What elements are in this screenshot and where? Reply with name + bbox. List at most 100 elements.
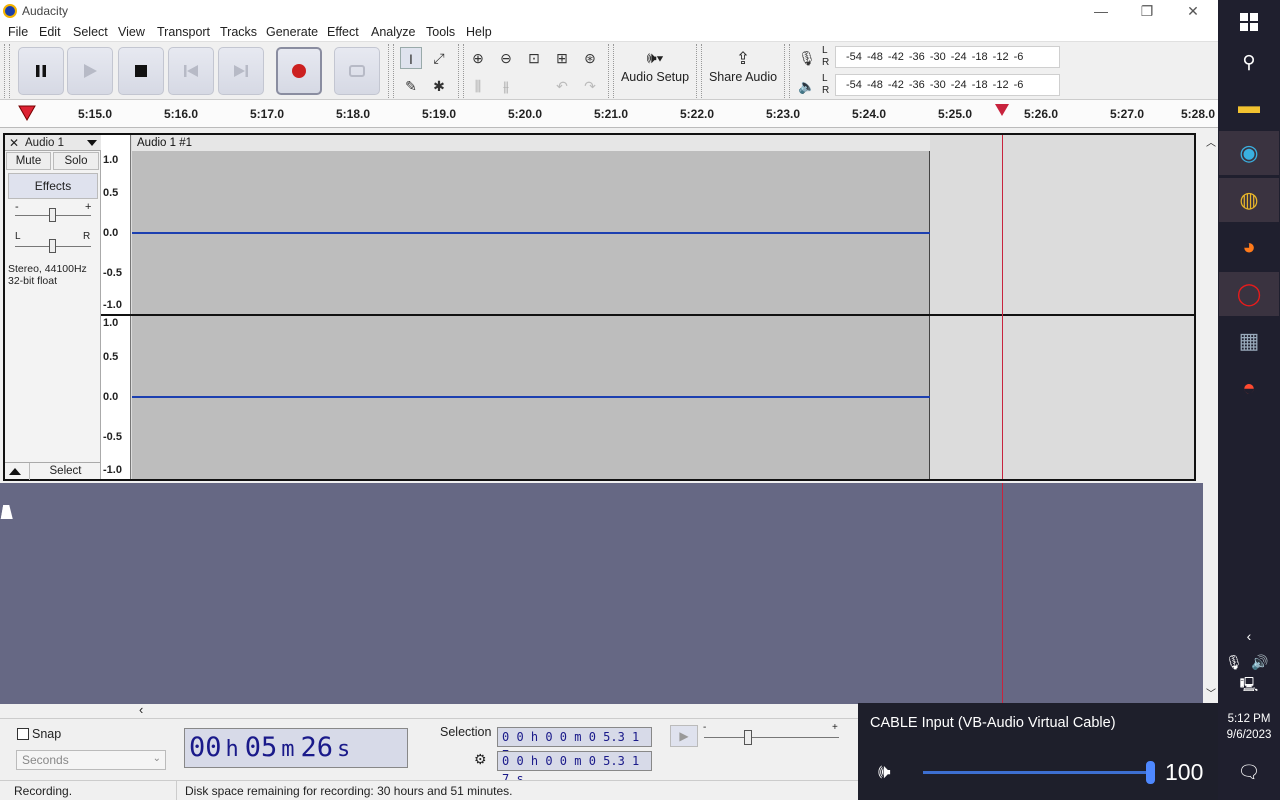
menu-generate[interactable]: Generate xyxy=(266,25,318,39)
audio-setup-button[interactable]: 🕪▾ Audio Setup xyxy=(618,48,692,96)
toolbar-grip[interactable] xyxy=(388,44,394,98)
envelope-tool-icon[interactable]: ⤢ xyxy=(428,47,450,69)
record-cursor-line xyxy=(1002,135,1003,479)
network-icon[interactable]: 🖳 xyxy=(1219,666,1279,706)
speed-slider[interactable] xyxy=(744,730,752,745)
snap-unit-select[interactable]: Seconds ⌄ xyxy=(16,750,166,770)
toolbar-grip[interactable] xyxy=(458,44,464,98)
play-button[interactable] xyxy=(67,47,113,95)
scale-label: 0.0 xyxy=(103,227,119,239)
clip-title[interactable]: Audio 1 #1 xyxy=(132,135,930,151)
empty-track-area[interactable] xyxy=(0,483,1203,704)
track-menu-dropdown-icon[interactable] xyxy=(87,140,97,147)
volume-flyout: CABLE Input (VB-Audio Virtual Cable) 🕪 1… xyxy=(858,703,1218,800)
skip-to-start-button[interactable] xyxy=(168,47,214,95)
audio-track: ✕ Audio 1 Mute Solo Effects - + L R Ster… xyxy=(3,133,1196,481)
microphone-icon[interactable]: 🎙 xyxy=(796,47,818,69)
minimize-button[interactable]: — xyxy=(1078,0,1124,22)
search-icon[interactable]: ⚲ xyxy=(1219,40,1279,84)
edge-icon[interactable]: ◉ xyxy=(1219,131,1279,175)
playback-meter[interactable]: -54 -48 -42 -36 -30 -24 -18 -12 -6 xyxy=(835,74,1060,96)
scroll-left-icon[interactable]: ‹ xyxy=(139,702,143,717)
volume-slider-thumb[interactable] xyxy=(1146,761,1155,784)
audio-clip[interactable]: Audio 1 #1 xyxy=(132,135,930,479)
notifications-icon[interactable]: 🗨 xyxy=(1219,752,1279,792)
loop-button[interactable] xyxy=(334,47,380,95)
audio-position-time[interactable]: 00 h 05 m 26 s xyxy=(184,728,408,768)
effects-button[interactable]: Effects xyxy=(8,173,98,199)
silence-icon[interactable]: ⫵ xyxy=(495,75,517,97)
close-button[interactable]: ✕ xyxy=(1170,0,1216,22)
fit-project-icon[interactable]: ⊞ xyxy=(551,47,573,69)
menu-help[interactable]: Help xyxy=(466,25,492,39)
gear-icon[interactable]: ⚙ xyxy=(474,751,487,768)
toolbar-grip[interactable] xyxy=(784,44,790,98)
zoom-toggle-icon[interactable]: ⊛ xyxy=(579,47,601,69)
record-button[interactable] xyxy=(276,47,322,95)
draw-tool-icon[interactable]: ✎ xyxy=(400,75,422,97)
playback-speaker-icon[interactable]: 🔈 xyxy=(796,75,818,97)
menu-effect[interactable]: Effect xyxy=(327,25,359,39)
selection-end-time[interactable]: 0 0 h 0 0 m 0 5.3 1 7 s xyxy=(497,751,652,786)
speaker-icon: 🕪▾ xyxy=(646,50,664,67)
ruler-tick: 5:19.0 xyxy=(422,107,457,121)
share-audio-button[interactable]: ⇪ Share Audio xyxy=(706,48,780,96)
playback-meter-ticks: -54 -48 -42 -36 -30 -24 -18 -12 -6 xyxy=(846,79,1024,91)
status-divider xyxy=(176,781,177,800)
play-at-speed-button[interactable]: ▶ xyxy=(670,725,698,747)
snap-checkbox[interactable] xyxy=(17,728,29,740)
vertical-scrollbar[interactable]: ︿ ﹀ xyxy=(1203,133,1218,704)
menu-tracks[interactable]: Tracks xyxy=(220,25,257,39)
skip-to-end-button[interactable] xyxy=(218,47,264,95)
audio-device-name[interactable]: CABLE Input (VB-Audio Virtual Cable) xyxy=(870,715,1116,731)
trim-icon[interactable]: ⫼ xyxy=(467,75,489,97)
audacity-taskbar-icon[interactable]: ◓ xyxy=(1219,366,1279,410)
pan-slider[interactable] xyxy=(49,239,56,253)
toolbar-grip[interactable] xyxy=(608,44,614,98)
menu-edit[interactable]: Edit xyxy=(39,25,61,39)
ruler-tick: 5:28.0 xyxy=(1181,107,1216,121)
volume-speaker-icon[interactable]: 🕪 xyxy=(878,761,891,784)
scroll-down-icon[interactable]: ﹀ xyxy=(1206,685,1216,700)
clock[interactable]: 5:12 PM 9/6/2023 xyxy=(1219,711,1279,743)
close-track-icon[interactable]: ✕ xyxy=(9,136,19,150)
redo-icon[interactable]: ↷ xyxy=(579,75,601,97)
zoom-in-icon[interactable]: ⊕ xyxy=(467,47,489,69)
select-track-button[interactable]: Select xyxy=(29,463,101,480)
play-head-marker-icon[interactable] xyxy=(18,105,36,121)
undo-icon[interactable]: ↶ xyxy=(551,75,573,97)
toolbar-grip[interactable] xyxy=(4,44,10,98)
menu-analyze[interactable]: Analyze xyxy=(371,25,415,39)
menu-transport[interactable]: Transport xyxy=(157,25,210,39)
firefox-icon[interactable]: ◕ xyxy=(1219,225,1279,269)
stop-button[interactable] xyxy=(118,47,164,95)
fit-selection-icon[interactable]: ⊡ xyxy=(523,47,545,69)
toolbar-grip[interactable] xyxy=(696,44,702,98)
disk-space-status: Disk space remaining for recording: 30 h… xyxy=(185,784,513,798)
gain-slider[interactable] xyxy=(49,208,56,222)
selection-tool-icon[interactable]: I xyxy=(400,47,422,69)
record-meter[interactable]: -54 -48 -42 -36 -30 -24 -18 -12 -6 xyxy=(835,46,1060,68)
scroll-up-icon[interactable]: ︿ xyxy=(1206,134,1216,149)
mute-button[interactable]: Mute xyxy=(6,152,51,170)
zoom-out-icon[interactable]: ⊖ xyxy=(495,47,517,69)
menu-view[interactable]: View xyxy=(118,25,145,39)
menu-tools[interactable]: Tools xyxy=(426,25,455,39)
pause-button[interactable] xyxy=(18,47,64,95)
scale-label: 1.0 xyxy=(103,154,119,166)
selection-start-time[interactable]: 0 0 h 0 0 m 0 5.3 1 7 s xyxy=(497,727,652,762)
timeline-ruler[interactable]: 5:15.0 5:16.0 5:17.0 5:18.0 5:19.0 5:20.… xyxy=(0,100,1218,128)
windows-start-icon[interactable] xyxy=(1219,0,1279,44)
chrome-icon[interactable]: ◍ xyxy=(1219,178,1279,222)
collapse-track-icon[interactable] xyxy=(9,468,21,475)
track-name[interactable]: Audio 1 xyxy=(25,137,64,149)
multi-tool-icon[interactable]: ✱ xyxy=(428,75,450,97)
ruler-tick: 5:26.0 xyxy=(1024,107,1059,121)
opera-icon[interactable]: ◯ xyxy=(1219,272,1279,316)
restore-button[interactable]: ❐ xyxy=(1124,0,1170,22)
menu-file[interactable]: File xyxy=(8,25,28,39)
solo-button[interactable]: Solo xyxy=(53,152,99,170)
menu-select[interactable]: Select xyxy=(73,25,108,39)
settings-app-icon[interactable]: ▦ xyxy=(1219,319,1279,363)
file-explorer-icon[interactable]: ▬ xyxy=(1219,84,1279,128)
